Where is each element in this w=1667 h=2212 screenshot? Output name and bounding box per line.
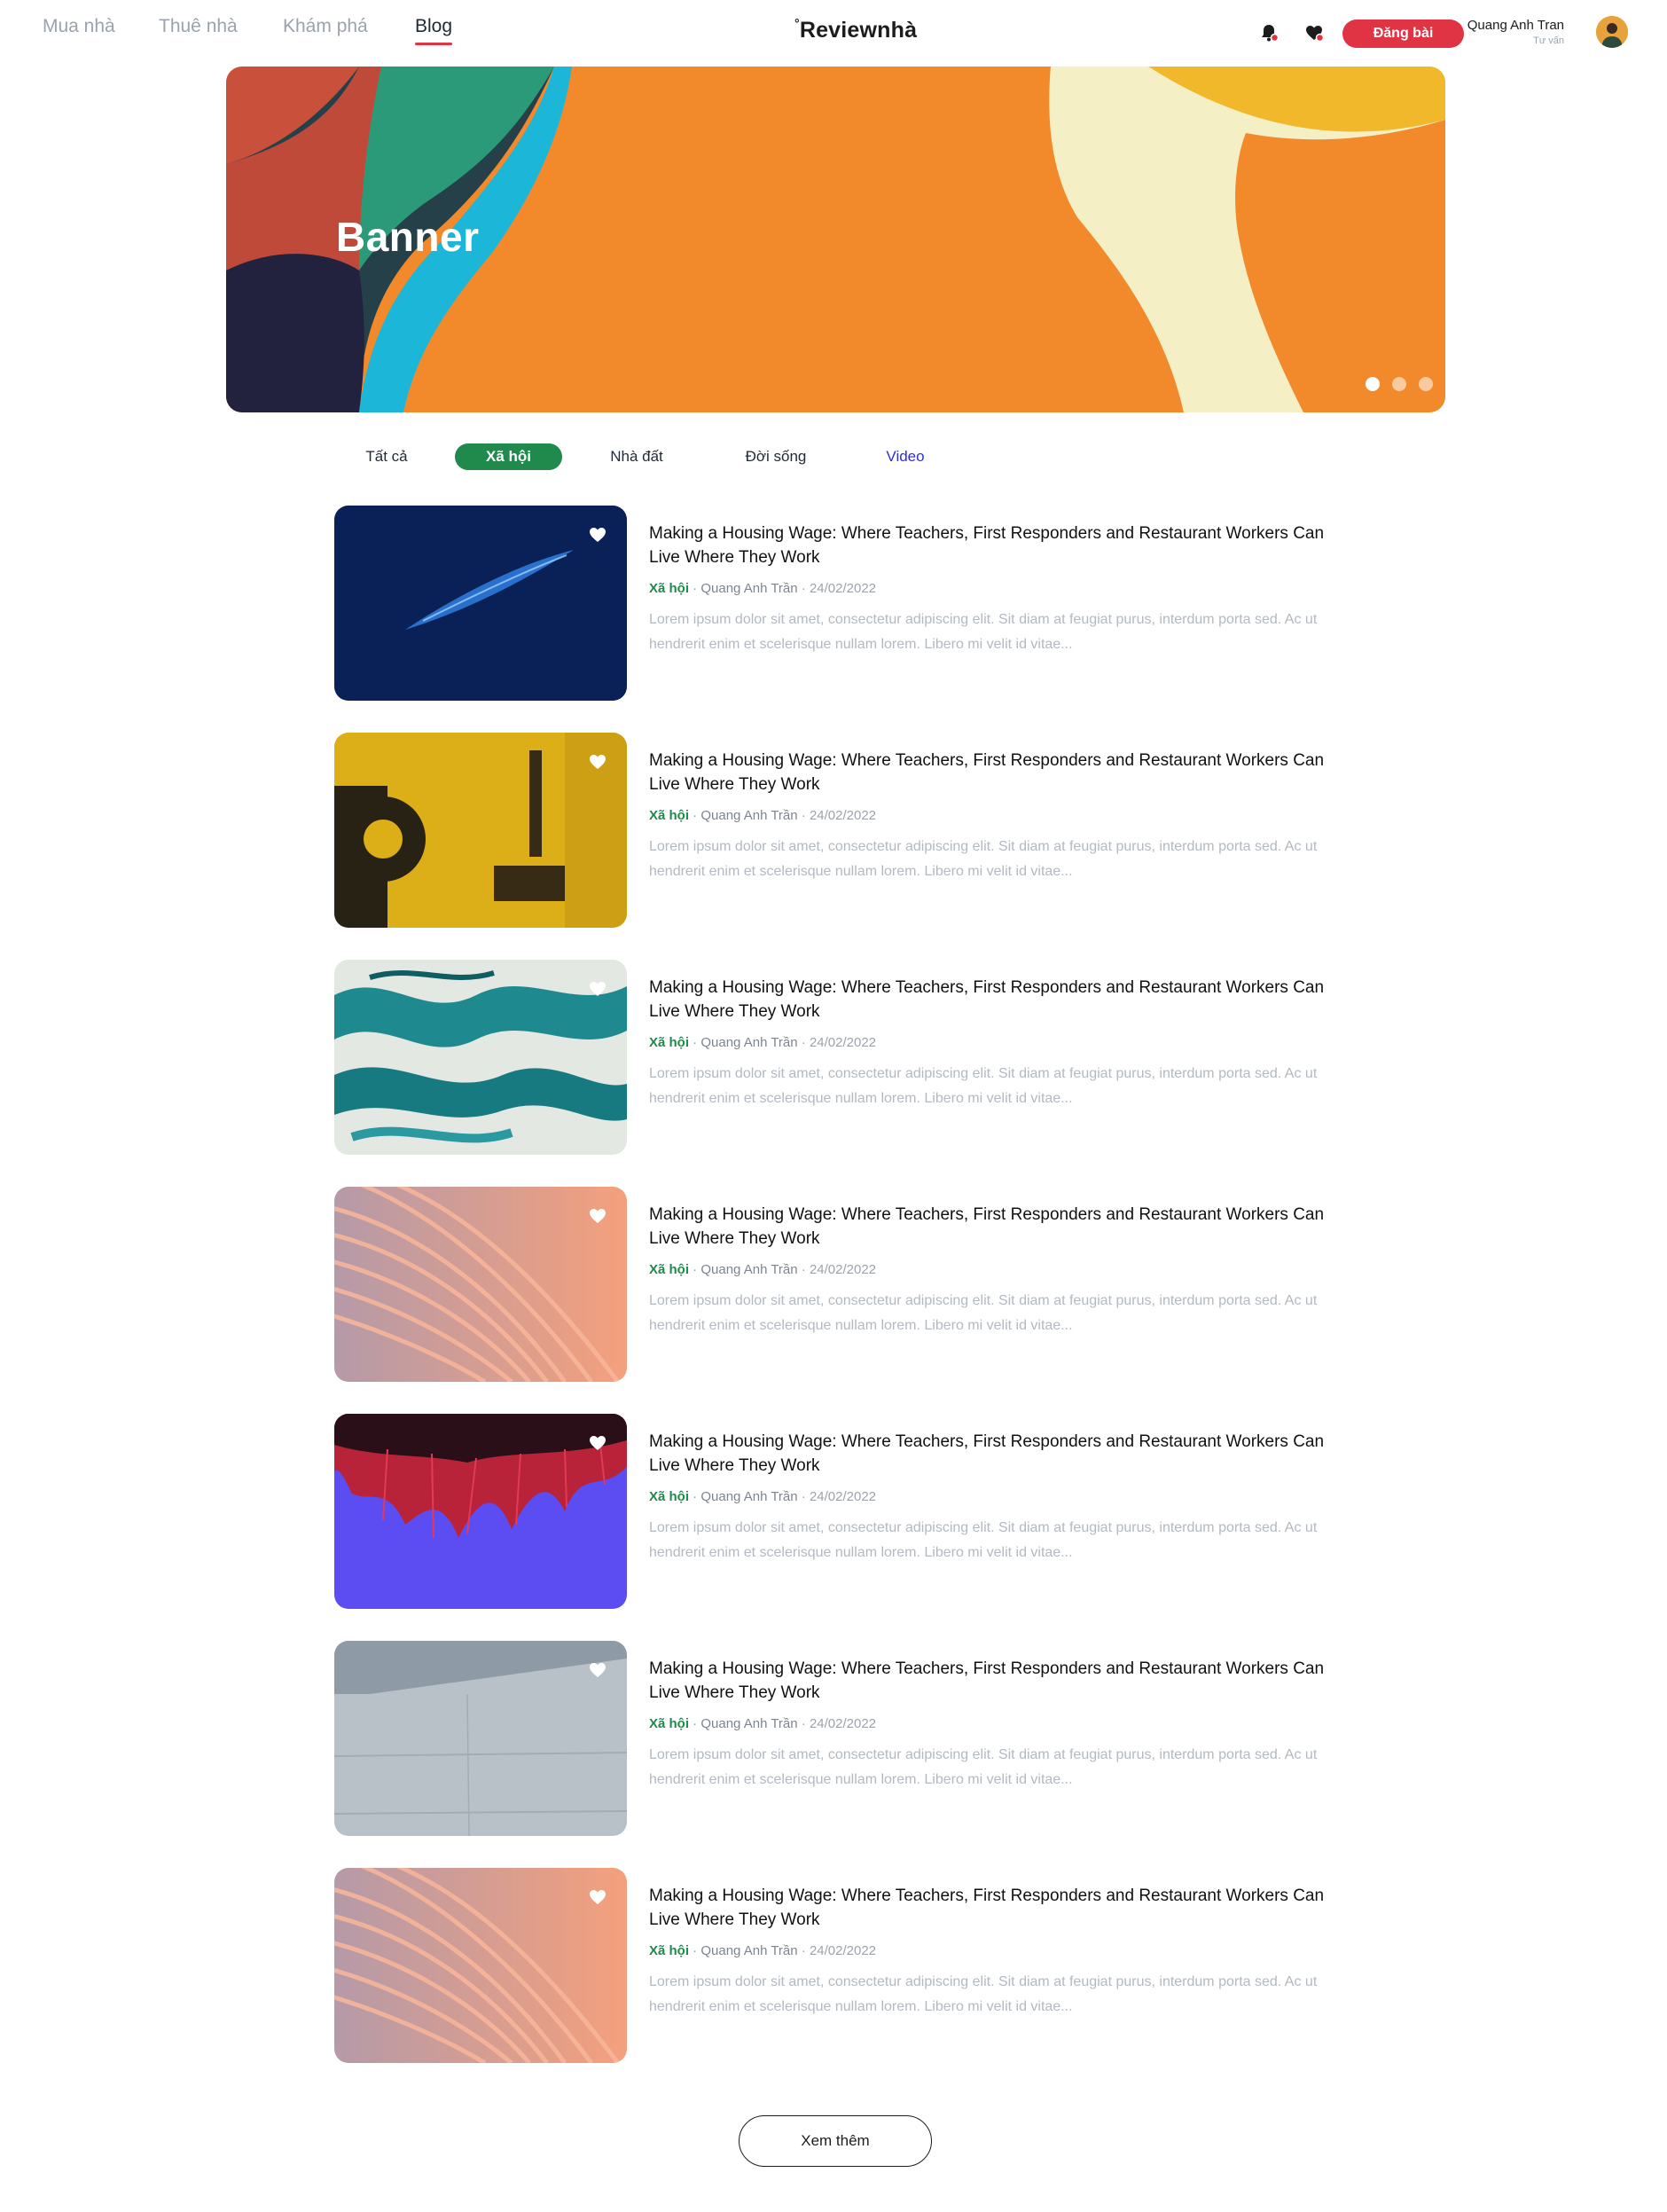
article-title[interactable]: Making a Housing Wage: Where Teachers, F… — [649, 1657, 1332, 1705]
article-date: 24/02/2022 — [809, 1943, 877, 1958]
article-date: 24/02/2022 — [809, 808, 877, 823]
article-thumbnail[interactable] — [334, 1868, 627, 2063]
article-category[interactable]: Xã hội — [649, 1262, 689, 1277]
article-title[interactable]: Making a Housing Wage: Where Teachers, F… — [649, 1884, 1332, 1932]
favorite-heart-icon[interactable] — [588, 979, 607, 999]
article-author: Quang Anh Trần — [700, 1943, 798, 1958]
article-meta: Xã hội · Quang Anh Trần · 24/02/2022 — [649, 1035, 877, 1050]
nav-thue-nha[interactable]: Thuê nhà — [159, 16, 238, 37]
article-author: Quang Anh Trần — [700, 1035, 798, 1050]
load-more-button[interactable]: Xem thêm — [739, 2115, 932, 2167]
article-meta: Xã hội · Quang Anh Trần · 24/02/2022 — [649, 1716, 877, 1731]
favorite-heart-icon[interactable] — [588, 752, 607, 772]
top-navbar: Mua nhà Thuê nhà Khám phá Blog °Reviewnh… — [0, 0, 1667, 64]
article-thumbnail[interactable] — [334, 960, 627, 1155]
article-thumbnail[interactable] — [334, 733, 627, 928]
article-author: Quang Anh Trần — [700, 1489, 798, 1504]
article-meta: Xã hội · Quang Anh Trần · 24/02/2022 — [649, 1489, 877, 1504]
article-author: Quang Anh Trần — [700, 1262, 798, 1277]
article-excerpt: Lorem ipsum dolor sit amet, consectetur … — [649, 612, 1318, 652]
article-category[interactable]: Xã hội — [649, 808, 689, 823]
article-card[interactable]: Making a Housing Wage: Where Teachers, F… — [334, 1414, 1336, 1609]
tab-tat-ca[interactable]: Tất cả — [351, 443, 422, 470]
carousel-dot-2[interactable] — [1392, 377, 1406, 391]
article-thumbnail[interactable] — [334, 1641, 627, 1836]
article-meta: Xã hội · Quang Anh Trần · 24/02/2022 — [649, 581, 877, 596]
article-date: 24/02/2022 — [809, 1489, 877, 1504]
article-excerpt: Lorem ipsum dolor sit amet, consectetur … — [649, 839, 1318, 879]
tab-nha-dat[interactable]: Nhà đất — [596, 443, 677, 470]
avatar[interactable] — [1596, 16, 1628, 48]
article-card[interactable]: Making a Housing Wage: Where Teachers, F… — [334, 1187, 1336, 1382]
user-name[interactable]: Quang Anh Tran — [1467, 18, 1564, 33]
article-excerpt: Lorem ipsum dolor sit amet, consectetur … — [649, 1974, 1318, 2014]
logo-text: Reviewnhà — [799, 18, 918, 43]
user-role: Tư vấn — [1533, 35, 1564, 46]
article-excerpt: Lorem ipsum dolor sit amet, consectetur … — [649, 1520, 1318, 1560]
carousel-dot-1[interactable] — [1366, 377, 1380, 391]
banner-title: Banner — [336, 214, 480, 260]
tab-doi-song[interactable]: Đời sống — [730, 443, 822, 470]
article-thumbnail[interactable] — [334, 506, 627, 701]
favorite-heart-icon[interactable] — [588, 1887, 607, 1907]
nav-kham-pha[interactable]: Khám phá — [283, 16, 368, 37]
article-card[interactable]: Making a Housing Wage: Where Teachers, F… — [334, 1641, 1336, 1836]
article-category[interactable]: Xã hội — [649, 1943, 689, 1958]
article-date: 24/02/2022 — [809, 1035, 877, 1050]
article-thumbnail[interactable] — [334, 1187, 627, 1382]
category-tabs: Tất cả Xã hội Nhà đất Đời sống Video — [0, 443, 1667, 470]
article-card[interactable]: Making a Housing Wage: Where Teachers, F… — [334, 1868, 1336, 2063]
nav-mua-nha[interactable]: Mua nhà — [43, 16, 115, 37]
article-title[interactable]: Making a Housing Wage: Where Teachers, F… — [649, 1430, 1332, 1478]
article-category[interactable]: Xã hội — [649, 1716, 689, 1731]
article-category[interactable]: Xã hội — [649, 1035, 689, 1050]
nav-blog[interactable]: Blog — [415, 16, 453, 45]
article-date: 24/02/2022 — [809, 1262, 877, 1277]
article-title[interactable]: Making a Housing Wage: Where Teachers, F… — [649, 749, 1332, 796]
article-title[interactable]: Making a Housing Wage: Where Teachers, F… — [649, 1203, 1332, 1251]
article-category[interactable]: Xã hội — [649, 1489, 689, 1504]
article-meta: Xã hội · Quang Anh Trần · 24/02/2022 — [649, 808, 877, 823]
tab-xa-hoi[interactable]: Xã hội — [455, 443, 562, 470]
article-author: Quang Anh Trần — [700, 1716, 798, 1731]
article-category[interactable]: Xã hội — [649, 581, 689, 596]
article-card[interactable]: Making a Housing Wage: Where Teachers, F… — [334, 960, 1336, 1155]
site-logo[interactable]: °Reviewnhà — [794, 16, 918, 43]
bell-icon[interactable] — [1257, 21, 1280, 44]
article-date: 24/02/2022 — [809, 1716, 877, 1731]
article-thumbnail[interactable] — [334, 1414, 627, 1609]
article-card[interactable]: Making a Housing Wage: Where Teachers, F… — [334, 733, 1336, 928]
article-author: Quang Anh Trần — [700, 581, 798, 596]
article-meta: Xã hội · Quang Anh Trần · 24/02/2022 — [649, 1943, 877, 1958]
carousel-dot-3[interactable] — [1419, 377, 1433, 391]
hero-banner[interactable]: Banner — [226, 67, 1445, 412]
article-excerpt: Lorem ipsum dolor sit amet, consectetur … — [649, 1066, 1318, 1106]
article-title[interactable]: Making a Housing Wage: Where Teachers, F… — [649, 976, 1332, 1024]
article-card[interactable]: Making a Housing Wage: Where Teachers, F… — [334, 506, 1336, 701]
article-title[interactable]: Making a Housing Wage: Where Teachers, F… — [649, 522, 1332, 569]
article-excerpt: Lorem ipsum dolor sit amet, consectetur … — [649, 1293, 1318, 1333]
heart-icon[interactable] — [1303, 21, 1326, 44]
favorite-heart-icon[interactable] — [588, 1660, 607, 1680]
article-author: Quang Anh Trần — [700, 808, 798, 823]
article-date: 24/02/2022 — [809, 581, 877, 596]
post-button[interactable]: Đăng bài — [1342, 20, 1464, 48]
article-meta: Xã hội · Quang Anh Trần · 24/02/2022 — [649, 1262, 877, 1277]
favorite-heart-icon[interactable] — [588, 1206, 607, 1226]
carousel-dots — [1366, 377, 1433, 391]
tab-video[interactable]: Video — [873, 443, 938, 470]
favorite-heart-icon[interactable] — [588, 1433, 607, 1453]
article-excerpt: Lorem ipsum dolor sit amet, consectetur … — [649, 1747, 1318, 1787]
favorite-heart-icon[interactable] — [588, 525, 607, 545]
logo-mark: ° — [794, 16, 800, 30]
